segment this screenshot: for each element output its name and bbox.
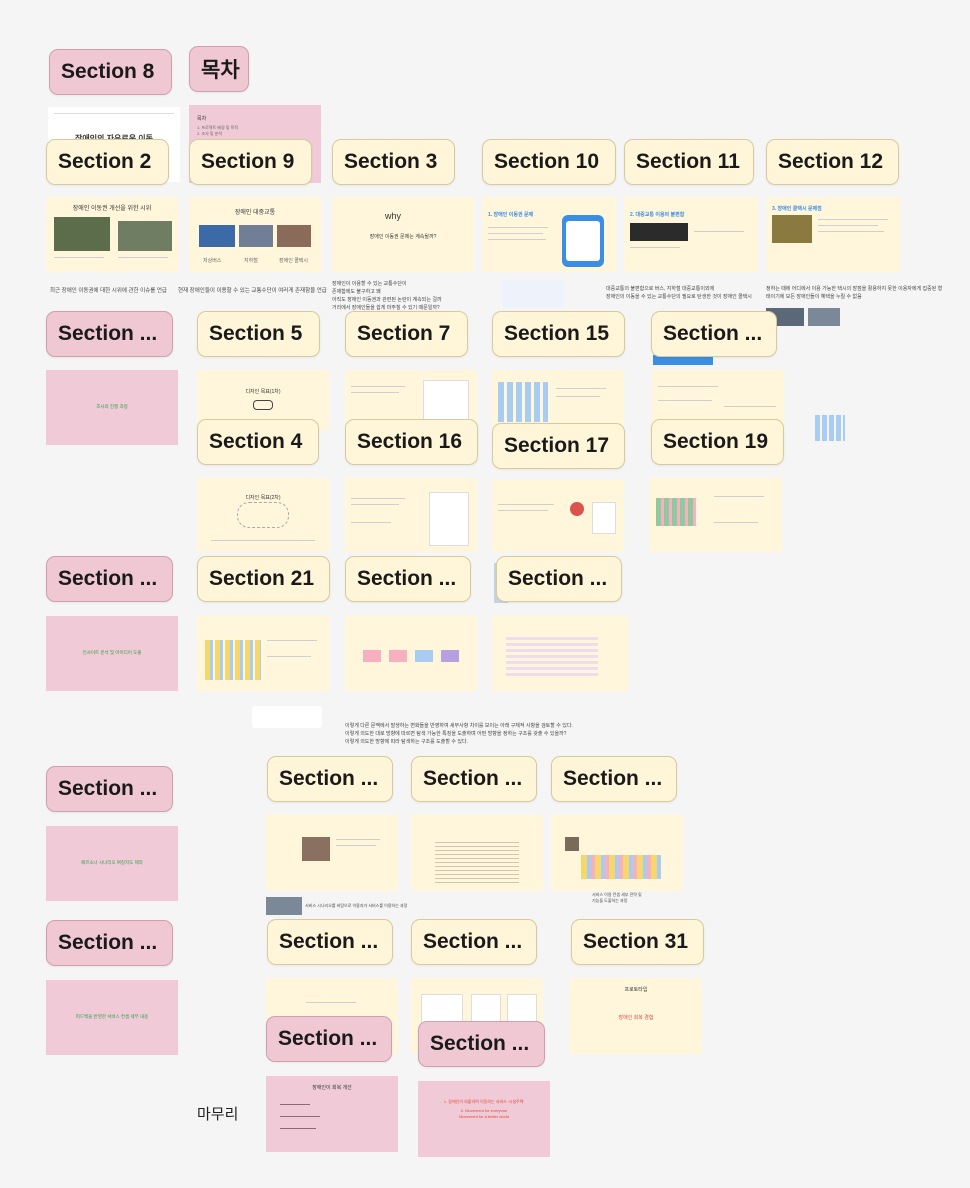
section-label[interactable]: Section ... xyxy=(46,556,173,602)
section-label[interactable]: Section ... xyxy=(418,1021,545,1067)
slide-title: 디자인 목표(1차) xyxy=(245,389,281,395)
caption: 서비스 시나리오를 바탕으로 이용자가 서비스를 이용하는 과정 xyxy=(305,903,408,908)
slide-r5b[interactable] xyxy=(345,616,477,691)
slide-r3a[interactable]: 조사의 진행 과정 xyxy=(46,370,178,445)
slide-s10[interactable]: 1. 장애인 이동권 문제 xyxy=(482,197,616,272)
slide-item: 지하철 xyxy=(244,258,258,264)
section-label[interactable]: Section 10 xyxy=(482,139,616,185)
slide-s12[interactable]: 3. 장애인 콜택시 문제점 xyxy=(766,197,900,272)
whiteboard-canvas[interactable]: 장애인의 자유로운 이동 목차 1. 프로젝트 배경 및 목적 2. 조사 및 … xyxy=(0,0,970,1188)
slide-r5c[interactable] xyxy=(492,616,628,691)
slide-text: 2. Movement for everyone xyxy=(460,1108,508,1113)
section-label[interactable]: Section 8 xyxy=(49,49,172,95)
slide-text: Movement for a better world xyxy=(459,1114,509,1119)
thumb-image xyxy=(808,308,840,326)
caption-block: 서비스 이용 컨셉 세부 전략 및 기능을 도출하는 과정 xyxy=(592,892,642,903)
slide-r7c[interactable] xyxy=(411,815,543,891)
caption-block: 이렇게 다른 문맥에서 발생하는 변화들을 반영하여 세부사항 차이를 보이는 … xyxy=(345,723,573,745)
slide-item: 저상버스 xyxy=(203,258,222,264)
slide-r7b[interactable] xyxy=(266,815,398,891)
slide-s11[interactable]: 2. 대중교통 이용의 불편함 xyxy=(624,197,758,272)
slide-s4[interactable]: 디자인 목표(2차) xyxy=(197,478,329,552)
section-label[interactable]: Section 2 xyxy=(46,139,169,185)
slide-r8a[interactable]: 피드백을 반영한 서비스 컨셉 세부 내용 xyxy=(46,980,178,1055)
section-label[interactable]: Section 15 xyxy=(492,311,625,357)
caption-block: 대중교통의 불편함으로 버스, 지하철 대중교통이외에 장애인의 이동을 수 있… xyxy=(606,286,752,300)
slide-subtitle: 장애인 회복 경험 xyxy=(618,1015,654,1021)
toc-head: 목차 xyxy=(197,116,207,122)
slide-r9b[interactable]: 1. 장애인이 외출하며 이동하는 서비스 '시설주택' 2. Movement… xyxy=(418,1081,550,1157)
thumb-image xyxy=(266,897,302,915)
section-label[interactable]: Section ... xyxy=(267,919,393,965)
section-label[interactable]: Section 21 xyxy=(197,556,330,602)
slide-s31[interactable]: 프로토타입 장애인 회복 경험 xyxy=(570,978,702,1054)
section-label[interactable]: Section 12 xyxy=(766,139,899,185)
slide-subtitle: 장애인 이동권 문제는 계속될까? xyxy=(369,234,437,240)
section-label[interactable]: Section 17 xyxy=(492,423,625,469)
toc-item: 2. 조사 및 분석 xyxy=(197,131,223,136)
section-label[interactable]: Section 31 xyxy=(571,919,704,965)
slide-s16[interactable] xyxy=(345,478,477,552)
slide-s17[interactable] xyxy=(492,480,624,552)
section-label[interactable]: Section ... xyxy=(651,311,777,357)
slide-r9a[interactable]: 장애인이 회복 개선 xyxy=(266,1076,398,1152)
slide-title: 프로토타입 xyxy=(624,987,648,993)
sticky-cluster xyxy=(815,415,845,441)
slide-title: 3. 장애인 콜택시 문제점 xyxy=(772,206,822,212)
caption-block: 정하는 때에 어디에서 이용 가능한 택시의 장점을 활용하지 못한 이용자에게… xyxy=(766,286,943,300)
slide-item: 장애인 콜택시 xyxy=(279,258,308,264)
section-label[interactable]: Section ... xyxy=(267,756,393,802)
section-label[interactable]: Section 9 xyxy=(189,139,312,185)
slide-s19b[interactable] xyxy=(650,478,782,552)
slide-r5a[interactable]: 인사이트 분석 및 아이디어 도출 xyxy=(46,616,178,691)
section-label[interactable]: Section ... xyxy=(46,766,173,812)
section-label[interactable]: Section ... xyxy=(411,919,537,965)
ending-label[interactable]: 마무리 xyxy=(197,1103,238,1124)
slide-title: 장애인 이동권 개선을 위한 시위 xyxy=(72,206,152,212)
thumb-circles xyxy=(502,280,564,308)
slide-s9[interactable]: 장애인 대중교통 저상버스 지하철 장애인 콜택시 xyxy=(189,197,321,272)
slide-r7a[interactable]: 페르소나 시나리오 여정지도 제작 xyxy=(46,826,178,901)
slide-s3[interactable]: why 장애인 이동권 문제는 계속될까? xyxy=(332,197,474,272)
section-label[interactable]: Section ... xyxy=(46,311,173,357)
slide-s15[interactable] xyxy=(492,370,624,430)
caption: 현재 장애인들이 이용할 수 있는 교통수단이 여러게 존재함을 언급 xyxy=(178,288,327,294)
slide-title: why xyxy=(384,211,401,221)
section-label[interactable]: Section ... xyxy=(411,756,537,802)
section-label[interactable]: Section 7 xyxy=(345,311,468,357)
section-label[interactable]: Section 5 xyxy=(197,311,320,357)
section-label[interactable]: Section ... xyxy=(551,756,677,802)
slide-title: 장애인이 회복 개선 xyxy=(312,1085,352,1091)
section-label[interactable]: Section ... xyxy=(345,556,471,602)
slide-s2[interactable]: 장애인 이동권 개선을 위한 시위 xyxy=(46,197,178,272)
section-label[interactable]: Section ... xyxy=(46,920,173,966)
slide-title: 페르소나 시나리오 여정지도 제작 xyxy=(81,860,143,865)
slide-title: 디자인 목표(2차) xyxy=(245,495,281,501)
section-label[interactable]: Section 11 xyxy=(624,139,754,185)
section-label[interactable]: Section 16 xyxy=(345,419,478,465)
slide-r7d[interactable] xyxy=(551,815,683,891)
section-label[interactable]: Section ... xyxy=(496,556,622,602)
section-label[interactable]: Section 3 xyxy=(332,139,455,185)
section-label[interactable]: 목차 xyxy=(189,46,249,92)
caption: 최근 장애인 이동권에 대한 시위에 관한 이슈를 언급 xyxy=(50,288,167,294)
slide-s21[interactable] xyxy=(197,616,329,691)
slide-title: 장애인 대중교통 xyxy=(234,210,276,216)
flow-strip xyxy=(252,706,322,728)
slide-title: 조사의 진행 과정 xyxy=(96,404,128,409)
slide-text: 1. 장애인이 외출하며 이동하는 서비스 '시설주택' xyxy=(443,1099,525,1104)
slide-title: 피드백을 반영한 서비스 컨셉 세부 내용 xyxy=(75,1014,149,1019)
car-icon xyxy=(253,400,273,410)
slide-title: 인사이트 분석 및 아이디어 도출 xyxy=(82,650,142,655)
section-label[interactable]: Section 19 xyxy=(651,419,784,465)
section-label[interactable]: Section 4 xyxy=(197,419,319,465)
caption-block: 장애인이 이용할 수 있는 교통수단이 존재함에도 불구하고 왜 아직도 장애인… xyxy=(332,281,442,311)
slide-title: 1. 장애인 이동권 문제 xyxy=(488,212,534,218)
slide-title: 2. 대중교통 이용의 불편함 xyxy=(630,212,685,218)
section-label[interactable]: Section ... xyxy=(266,1016,392,1062)
